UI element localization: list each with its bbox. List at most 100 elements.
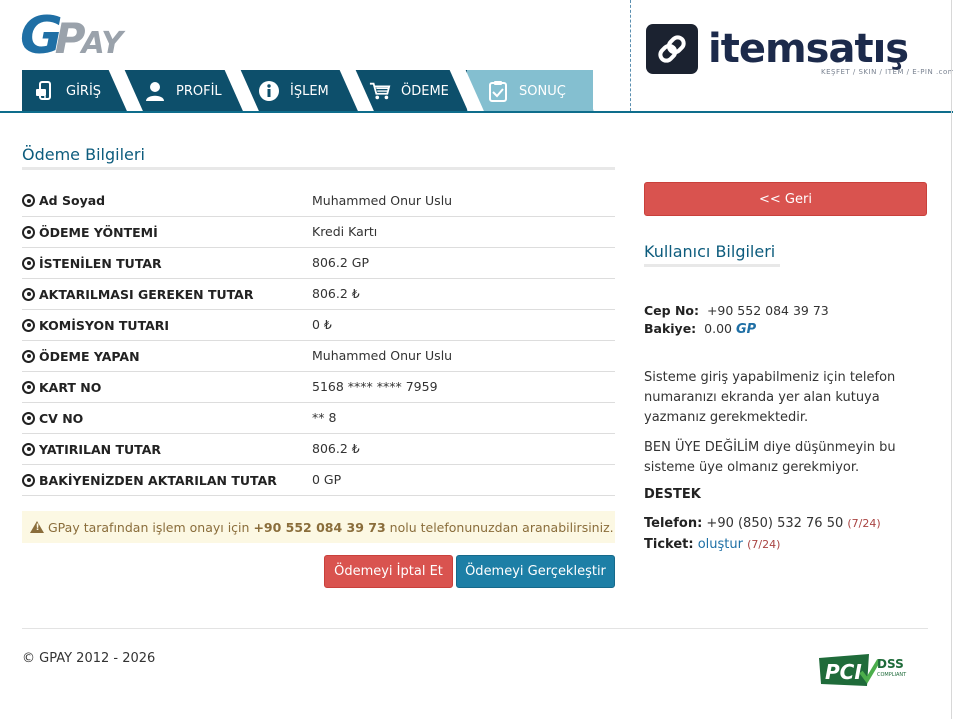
phone-value: +90 552 084 39 73 (706, 303, 829, 318)
ticket-hours: (7/24) (747, 538, 781, 551)
info-row-label: KART NO (22, 371, 312, 402)
info-row-label: CV NO (22, 402, 312, 433)
dot-circle-icon (22, 442, 35, 456)
info-row: Ad Soyad Muhammed Onur Uslu (22, 185, 615, 216)
support-title: DESTEK (644, 487, 701, 502)
warning-icon: ! (30, 521, 44, 533)
info-row-value: 806.2 GP (312, 255, 369, 270)
tab-sonuc-label: SONUÇ (519, 83, 566, 99)
itemsatis-logo[interactable]: itemsatış KEŞFET / SKIN / ITEM / E-PIN .… (646, 24, 953, 76)
info-row: ÖDEME YAPAN Muhammed Onur Uslu (22, 340, 615, 371)
user-info-title: Kullanıcı Bilgileri (644, 242, 776, 261)
logo-ay: AY (81, 26, 123, 61)
info-row-value: Muhammed Onur Uslu (312, 348, 453, 363)
itemsatis-tagline: KEŞFET / SKIN / ITEM / E-PIN .com (821, 68, 953, 76)
gp-icon: GP (735, 322, 757, 337)
header-divider (630, 0, 631, 111)
support-phone-label: Telefon: (644, 516, 703, 531)
page-right-border (951, 0, 952, 719)
create-ticket-link[interactable]: oluştur (698, 537, 743, 552)
cancel-payment-button[interactable]: Ödemeyi İptal Et (324, 555, 453, 588)
user-info: Cep No: +90 552 084 39 73 Bakiye: 0.00 GP (644, 302, 829, 339)
support-phone: +90 (850) 532 76 50 (706, 516, 844, 531)
info-row: KART NO 5168 **** **** 7959 (22, 371, 615, 402)
dot-circle-icon (22, 473, 35, 487)
info-row-value: 806.2 ₺ (312, 286, 360, 301)
svg-text:DSS: DSS (877, 657, 904, 671)
info-row-label: İSTENİLEN TUTAR (22, 247, 312, 278)
info-row: CV NO ** 8 (22, 402, 615, 433)
clipboard-check-icon (487, 80, 509, 102)
dot-circle-icon (22, 380, 35, 394)
cart-icon (369, 80, 391, 102)
svg-text:PCI: PCI (825, 660, 862, 684)
tab-profil-label: PROFİL (176, 83, 222, 99)
title-underline (22, 167, 615, 170)
pci-dss-badge: PCI DSS COMPLIANT (817, 652, 909, 688)
tab-giris-label: GİRİŞ (66, 83, 102, 99)
info-row-label: YATIRILAN TUTAR (22, 433, 312, 464)
payment-info-title: Ödeme Bilgileri (22, 145, 145, 164)
login-description: Sisteme giriş yapabilmeniz için telefon … (644, 370, 896, 425)
tab-odeme-label: ÖDEME (401, 83, 449, 99)
info-row-label: AKTARILMASI GEREKEN TUTAR (22, 278, 312, 309)
svg-text:COMPLIANT: COMPLIANT (877, 672, 907, 678)
info-label-text: İSTENİLEN TUTAR (39, 255, 162, 271)
phone-card-icon (34, 80, 56, 102)
dot-circle-icon (22, 225, 35, 239)
balance-label: Bakiye: (644, 321, 697, 336)
alert-text-post: nolu telefonunuzdan aranabilirsiniz. (385, 519, 614, 535)
info-label-text: YATIRILAN TUTAR (39, 441, 161, 457)
info-row-value: Muhammed Onur Uslu (312, 192, 453, 208)
back-button[interactable]: << Geri (644, 182, 927, 216)
link-icon (646, 24, 698, 74)
user-icon (144, 80, 166, 102)
info-row: KOMİSYON TUTARI 0 ₺ (22, 309, 615, 340)
info-row-label: ÖDEME YÖNTEMİ (22, 216, 312, 247)
info-row: AKTARILMASI GEREKEN TUTAR 806.2 ₺ (22, 278, 615, 309)
info-label-text: BAKİYENİZDEN AKTARILAN TUTAR (39, 472, 277, 488)
info-row-value: 806.2 ₺ (312, 441, 360, 456)
confirm-payment-button[interactable]: Ödemeyi Gerçekleştir (456, 555, 615, 588)
info-icon (258, 80, 280, 102)
copyright: © GPAY 2012 - 2026 (22, 651, 156, 666)
info-row: İSTENİLEN TUTAR 806.2 GP (22, 247, 615, 278)
header-bottom-border (0, 111, 953, 113)
info-row: BAKİYENİZDEN AKTARILAN TUTAR 0 GP (22, 464, 615, 495)
info-row: ÖDEME YÖNTEMİ Kredi Kartı (22, 216, 615, 247)
info-row-label: ÖDEME YAPAN (22, 340, 312, 371)
ticket-label: Ticket: (644, 537, 694, 552)
dot-circle-icon (22, 318, 35, 332)
gpay-logo[interactable]: GPAY (20, 6, 123, 66)
info-label-text: AKTARILMASI GEREKEN TUTAR (39, 286, 254, 302)
balance-value: 0.00 (704, 321, 732, 336)
alert-phone: +90 552 084 39 73 (253, 519, 386, 535)
info-label-text: CV NO (39, 410, 84, 426)
pci-dss-logo: PCI DSS COMPLIANT (819, 654, 907, 686)
info-row-label: BAKİYENİZDEN AKTARILAN TUTAR (22, 464, 312, 495)
payment-info-table: Ad Soyad Muhammed Onur Uslu ÖDEME YÖNTEMİ K… (22, 185, 615, 496)
dot-circle-icon (22, 287, 35, 301)
tab-islem-label: İŞLEM (290, 83, 329, 99)
info-row-value: ** 8 (312, 410, 337, 425)
header: GPAY GİRİŞ PROFİL İŞLEM ÖDEME SONUÇ item… (0, 0, 953, 114)
info-row-value: 0 ₺ (312, 317, 332, 332)
info-row-label: Ad Soyad (22, 185, 312, 216)
dot-circle-icon (22, 194, 35, 208)
alert-text-pre: GPay tarafından işlem onayı için (48, 519, 254, 535)
dot-circle-icon (22, 256, 35, 270)
dot-circle-icon (22, 411, 35, 425)
itemsatis-name: itemsatış (708, 26, 909, 72)
footer-divider (22, 628, 928, 629)
phone-label: Cep No: (644, 303, 699, 318)
info-row-value: 5168 **** **** 7959 (312, 379, 438, 394)
info-label-text: KOMİSYON TUTARI (39, 317, 170, 333)
tab-sonuc[interactable]: SONUÇ (467, 70, 593, 112)
info-row: YATIRILAN TUTAR 806.2 ₺ (22, 433, 615, 464)
info-label-text: Ad Soyad (39, 193, 106, 209)
tab-end-slant (580, 70, 594, 112)
info-label-text: KART NO (39, 379, 102, 395)
title-underline (644, 264, 780, 267)
info-label-text: ÖDEME YÖNTEMİ (39, 224, 158, 240)
call-notice-alert: ! GPay tarafından işlem onayı için +90 5… (22, 511, 615, 543)
